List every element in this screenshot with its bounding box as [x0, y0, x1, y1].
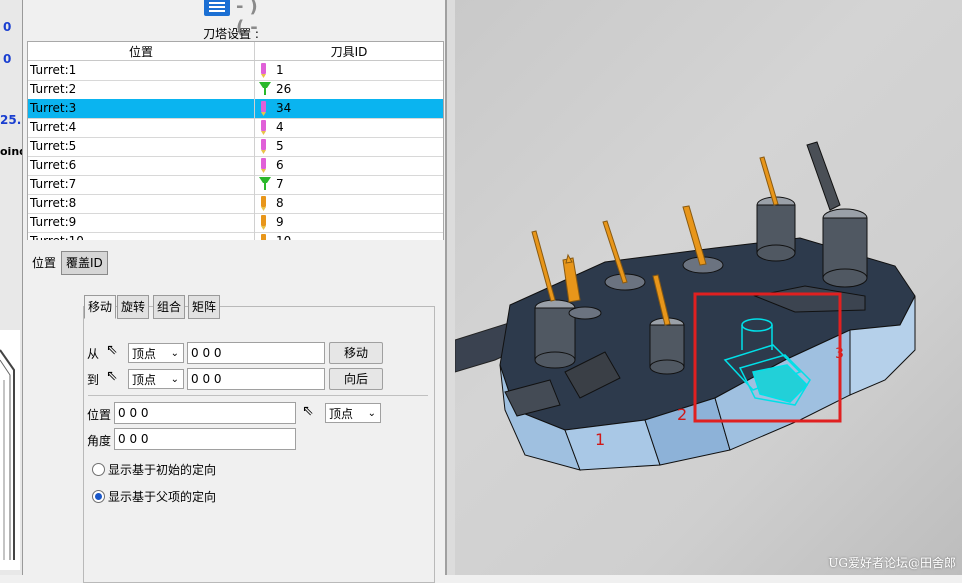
orange-tool-icon: [259, 215, 268, 230]
table-row[interactable]: Turret:8 8: [28, 194, 443, 214]
table-row[interactable]: Turret:5 5: [28, 137, 443, 157]
table-row[interactable]: Turret:6 6: [28, 156, 443, 176]
face-number-1: 1: [595, 430, 605, 449]
move-button[interactable]: 移动: [329, 342, 383, 364]
strip-value-2: 0: [3, 52, 12, 66]
row-position: Turret:5: [30, 139, 77, 153]
to-label: 到: [87, 373, 100, 387]
separator: [88, 395, 428, 396]
back-button[interactable]: 向后: [329, 368, 383, 390]
row-tool-id: 34: [276, 101, 292, 115]
tab-matrix[interactable]: 矩阵: [188, 295, 221, 319]
row-position: Turret:1: [30, 63, 77, 77]
row-tool-id: 5: [276, 139, 284, 153]
select-cursor-icon[interactable]: ⇖: [302, 403, 314, 419]
turret-table: 位置 刀具ID Turret:1 1 Turret:2 26 Turret:3 34 Tur…: [27, 41, 444, 241]
row-tool-id: 6: [276, 158, 284, 172]
strip-preview-image: [0, 330, 20, 570]
angle-input[interactable]: 0 0 0: [114, 428, 296, 450]
table-header: 位置 刀具ID: [28, 42, 443, 61]
table-row[interactable]: Turret:2 26: [28, 80, 443, 100]
angle-label: 角度: [87, 434, 112, 448]
row-tool-id: 4: [276, 120, 284, 134]
row-tool-id: 1: [276, 63, 284, 77]
pink-tool-icon: [259, 120, 268, 135]
table-row[interactable]: Turret:4 4: [28, 118, 443, 138]
turret-model: 1 2 3: [455, 141, 916, 471]
radio-initial-label: 显示基于初始的定向: [108, 463, 217, 477]
watermark-text: UG爱好者论坛@田舍郎: [828, 556, 956, 570]
row-tool-id: 26: [276, 82, 292, 96]
row-position: Turret:4: [30, 120, 77, 134]
radio-parent-label: 显示基于父项的定向: [108, 490, 217, 504]
pink-tool-icon: [259, 139, 268, 154]
from-snap-select[interactable]: 顶点 ⌄: [128, 343, 184, 363]
3d-viewport[interactable]: 1 2 3 UG爱好者论坛@田舍郎: [455, 0, 962, 575]
tab-move[interactable]: 移动: [84, 295, 117, 319]
column-header-position[interactable]: 位置: [28, 43, 254, 60]
green-tool-icon: [259, 82, 271, 97]
radio-parent-orientation[interactable]: [92, 490, 105, 503]
turret-settings-panel: -)(- 刀塔设置 : 位置 刀具ID Turret:1 1 Turret:2 26 T…: [23, 0, 446, 583]
row-position: Turret:2: [30, 82, 77, 96]
row-position: Turret:3: [30, 101, 77, 115]
nav-arrows-icon[interactable]: -)(-: [236, 0, 276, 38]
row-tool-id: 8: [276, 196, 284, 210]
row-position: Turret:7: [30, 177, 77, 191]
select-cursor-icon[interactable]: ⇖: [106, 368, 118, 384]
tab-position[interactable]: 位置: [27, 251, 62, 275]
position-label: 位置: [87, 408, 112, 422]
orange-tool-icon: [259, 196, 268, 211]
tab-rotate[interactable]: 旋转: [117, 295, 150, 319]
tab-override-id[interactable]: 覆盖ID: [61, 251, 108, 275]
green-tool-icon: [259, 177, 271, 192]
table-row[interactable]: Turret:7 7: [28, 175, 443, 195]
pink-tool-icon: [259, 63, 268, 78]
to-snap-select[interactable]: 顶点 ⌄: [128, 369, 184, 389]
row-tool-id: 9: [276, 215, 284, 229]
table-row[interactable]: Turret:9 9: [28, 213, 443, 233]
pink-tool-icon: [259, 158, 268, 173]
radio-initial-orientation[interactable]: [92, 463, 105, 476]
row-position: Turret:8: [30, 196, 77, 210]
strip-label: oind: [0, 145, 22, 158]
select-cursor-icon[interactable]: ⇖: [106, 342, 118, 358]
transform-group: 移动 旋转 组合 矩阵 从 ⇖ 顶点 ⌄ 0 0 0 移动 到 ⇖ 顶点 ⌄ 0 0…: [83, 295, 435, 583]
position-input[interactable]: 0 0 0: [114, 402, 296, 424]
pink-tool-icon: [259, 101, 268, 116]
column-header-tool-id[interactable]: 刀具ID: [255, 43, 443, 60]
row-position: Turret:6: [30, 158, 77, 172]
document-list-icon[interactable]: [204, 0, 230, 16]
turret-settings-label: 刀塔设置 :: [203, 27, 259, 41]
from-coordinate-input[interactable]: 0 0 0: [187, 342, 325, 364]
position-snap-select[interactable]: 顶点 ⌄: [325, 403, 381, 423]
strip-value-3: 25.: [0, 113, 22, 127]
face-number-2: 2: [677, 405, 687, 424]
to-coordinate-input[interactable]: 0 0 0: [187, 368, 325, 390]
row-tool-id: 7: [276, 177, 284, 191]
from-label: 从: [87, 347, 100, 361]
strip-value-1: 0: [3, 20, 12, 34]
table-row[interactable]: Turret:1 1: [28, 61, 443, 81]
row-position: Turret:9: [30, 215, 77, 229]
tab-group[interactable]: 组合: [153, 295, 186, 319]
table-row[interactable]: Turret:3 34: [28, 99, 443, 119]
left-side-strip: 0 0 25. oind: [0, 0, 23, 575]
bottom-settings-area: 位置 覆盖ID 移动 旋转 组合 矩阵 从 ⇖ 顶点 ⌄ 0 0 0 移动 到 ⇖…: [23, 240, 445, 583]
